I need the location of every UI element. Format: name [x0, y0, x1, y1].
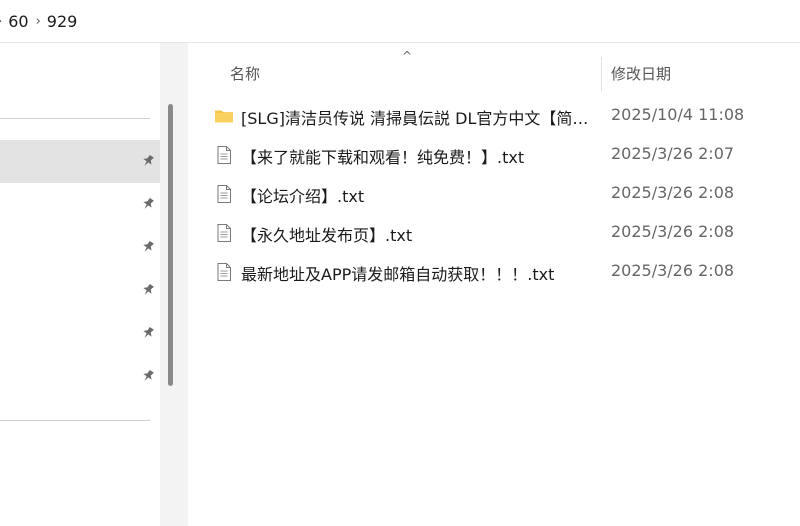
breadcrumb: › 60 › 929 [0, 0, 800, 43]
nav-pinned-item[interactable] [0, 355, 160, 398]
file-row[interactable]: 最新地址及APP请发邮箱自动获取！！！.txt 2025/3/26 2:08 [188, 252, 800, 291]
file-row[interactable]: 【永久地址发布页】.txt 2025/3/26 2:08 [188, 213, 800, 252]
navigation-pane [0, 43, 160, 526]
breadcrumb-item-929[interactable]: 929 [47, 12, 78, 31]
file-explorer-window: › 60 › 929 [0, 0, 800, 526]
pin-icon[interactable] [140, 282, 156, 298]
file-date-modified: 2025/3/26 2:08 [611, 183, 735, 202]
breadcrumb-separator-icon[interactable]: › [36, 14, 41, 29]
nav-divider [0, 420, 150, 421]
pin-icon[interactable] [140, 325, 156, 341]
nav-scrollbar-thumb[interactable] [168, 104, 173, 386]
pin-icon[interactable] [140, 368, 156, 384]
file-name: 最新地址及APP请发邮箱自动获取！！！.txt [241, 265, 555, 284]
file-date-modified: 2025/3/26 2:08 [611, 261, 735, 280]
sort-ascending-icon[interactable]: ^ [402, 49, 412, 63]
file-name: 【永久地址发布页】.txt [241, 226, 413, 245]
nav-pinned-item[interactable] [0, 269, 160, 312]
pin-icon[interactable] [140, 196, 156, 212]
pin-icon[interactable] [140, 239, 156, 255]
file-name: 【来了就能下载和观看！纯免费！】.txt [241, 148, 525, 167]
file-row[interactable]: 【论坛介绍】.txt 2025/3/26 2:08 [188, 174, 800, 213]
nav-pinned-item[interactable] [0, 226, 160, 269]
column-divider[interactable] [601, 57, 602, 91]
nav-divider [0, 118, 150, 119]
nav-pinned-item[interactable] [0, 183, 160, 226]
column-header-row: ^ 名称 修改日期 [188, 43, 800, 101]
folder-icon [215, 110, 233, 123]
file-row[interactable]: 【来了就能下载和观看！纯免费！】.txt 2025/3/26 2:07 [188, 135, 800, 174]
text-file-icon [217, 263, 231, 281]
nav-pinned-item[interactable] [0, 312, 160, 355]
text-file-icon [217, 146, 231, 164]
column-header-name[interactable]: 名称 [230, 63, 260, 84]
text-file-icon [217, 224, 231, 242]
column-header-date-modified[interactable]: 修改日期 [611, 63, 671, 84]
text-file-icon [217, 185, 231, 203]
file-name: [SLG]清洁员传说 清掃員伝説 DL官方中文【简体中文】 [241, 109, 597, 128]
file-name: 【论坛介绍】.txt [241, 187, 365, 206]
file-date-modified: 2025/10/4 11:08 [611, 105, 745, 124]
breadcrumb-item-60[interactable]: 60 [8, 12, 28, 31]
file-date-modified: 2025/3/26 2:07 [611, 144, 735, 163]
breadcrumb-separator-icon[interactable]: › [0, 14, 2, 29]
pin-icon[interactable] [140, 153, 156, 169]
nav-pinned-item[interactable] [0, 140, 160, 183]
file-date-modified: 2025/3/26 2:08 [611, 222, 735, 241]
file-list-pane: ^ 名称 修改日期 [SLG]清洁员传说 清掃員伝説 DL官方中文【简体中文】 … [188, 43, 800, 526]
file-row[interactable]: [SLG]清洁员传说 清掃員伝説 DL官方中文【简体中文】 2025/10/4 … [188, 96, 800, 135]
pane-gutter [160, 43, 188, 526]
